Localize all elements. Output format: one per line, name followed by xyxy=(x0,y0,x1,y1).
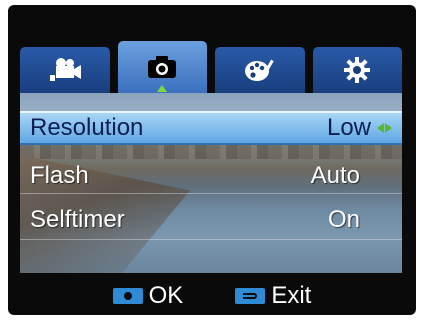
button-hint-bar: OK Exit xyxy=(8,277,416,315)
camera-lcd-screen: Resolution Low Flash Auto Selftimer On O… xyxy=(8,5,416,315)
active-tab-indicator xyxy=(157,85,168,92)
exit-label: Exit xyxy=(271,282,312,309)
menu-item-value: On xyxy=(327,206,360,233)
ok-hint[interactable]: OK xyxy=(112,282,184,310)
left-right-arrows-icon xyxy=(377,123,392,133)
gear-icon xyxy=(344,57,371,83)
menu-item-resolution[interactable]: Resolution Low xyxy=(20,111,402,145)
tab-settings[interactable] xyxy=(312,47,402,93)
return-key-icon xyxy=(235,288,266,304)
divider xyxy=(20,193,402,194)
menu-item-selftimer[interactable]: Selftimer On xyxy=(20,203,402,237)
menu-item-label: Selftimer xyxy=(30,206,125,233)
menu-item-value: Auto xyxy=(310,162,360,189)
movie-camera-icon xyxy=(49,58,81,81)
menu-item-label: Resolution xyxy=(30,114,144,141)
menu-item-value: Low xyxy=(326,114,371,141)
ok-key-icon xyxy=(112,288,143,304)
menu-item-label: Flash xyxy=(30,162,89,189)
settings-menu: Resolution Low Flash Auto Selftimer On xyxy=(20,93,402,273)
tab-photo[interactable] xyxy=(117,41,207,93)
ok-label: OK xyxy=(148,282,184,309)
menu-tab-bar xyxy=(20,41,402,93)
menu-item-flash[interactable]: Flash Auto xyxy=(20,159,402,193)
camera-icon xyxy=(148,56,177,78)
tab-movie[interactable] xyxy=(20,47,110,93)
palette-icon xyxy=(244,59,274,81)
exit-hint[interactable]: Exit xyxy=(235,282,311,310)
tab-effects[interactable] xyxy=(215,47,305,93)
divider xyxy=(20,239,402,240)
